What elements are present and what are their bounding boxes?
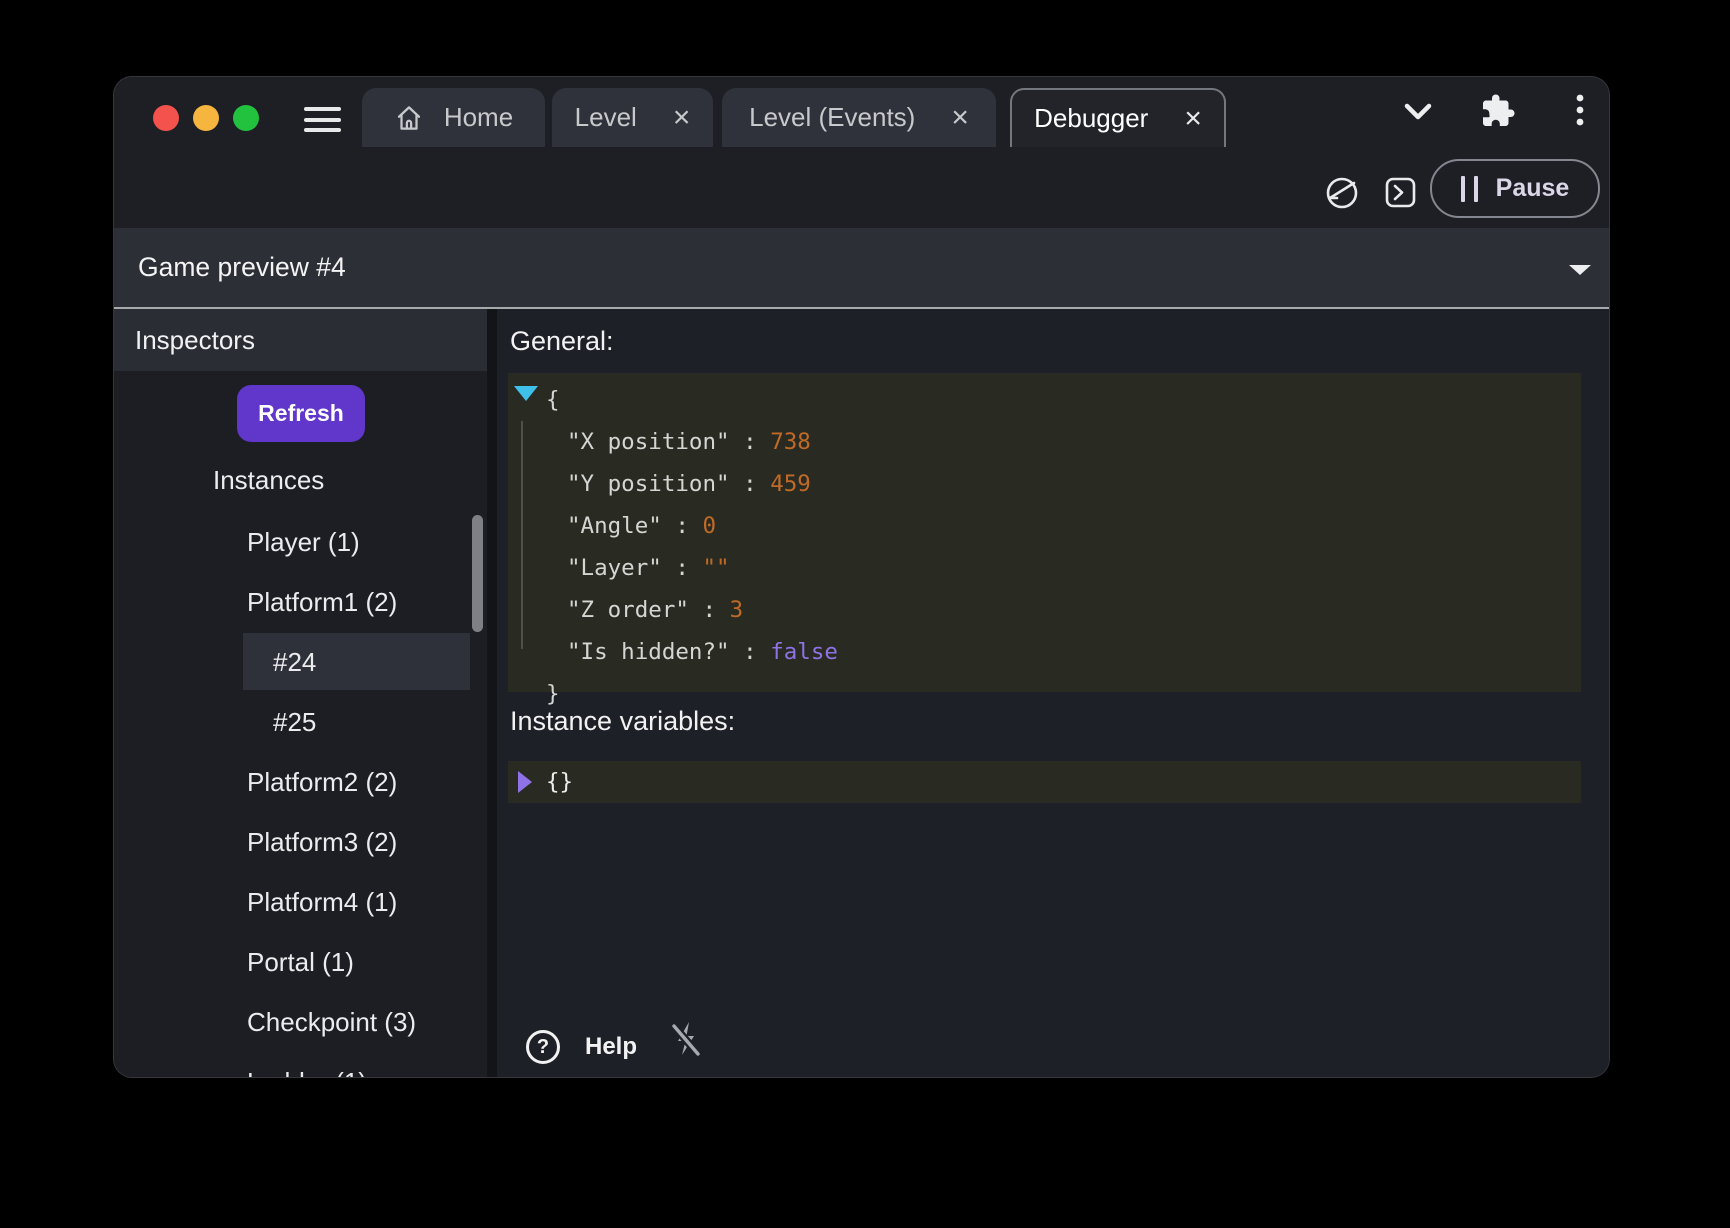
json-row: "Is hidden?" : false [508, 631, 1581, 673]
screen: Home Level × Level (Events) × Debugger × [0, 0, 1730, 1228]
pause-icon [1461, 176, 1478, 202]
tree-item-instance-25[interactable]: #25 [114, 692, 487, 752]
kebab-menu-icon[interactable] [1573, 92, 1587, 130]
extensions-puzzle-icon[interactable] [1480, 93, 1516, 129]
tree-item-instance-24-selected[interactable]: #24 [114, 632, 487, 692]
tree-item-platform3[interactable]: Platform3 (2) [114, 812, 487, 872]
title-bar: Home Level × Level (Events) × Debugger × [114, 77, 1609, 147]
inspector-panel: General: { "X position" : 738 "Y positio… [497, 309, 1609, 1077]
game-preview-title: Game preview #4 [138, 228, 346, 307]
instance-variables-label: Instance variables: [510, 699, 735, 743]
instance-variables-value: {} [508, 761, 1581, 803]
inspectors-sidebar: Inspectors Refresh Instances Player (1) … [114, 309, 487, 1077]
app-window: Home Level × Level (Events) × Debugger × [114, 77, 1609, 1077]
pause-button-label: Pause [1496, 174, 1570, 203]
instances-root-item[interactable]: Instances [213, 456, 324, 504]
tab-home[interactable]: Home [362, 88, 545, 147]
tree-item-portal[interactable]: Portal (1) [114, 932, 487, 992]
tree-item-checkpoint[interactable]: Checkpoint (3) [114, 992, 487, 1052]
tree-item-platform1[interactable]: Platform1 (2) [114, 572, 487, 632]
console-icon[interactable] [1380, 172, 1420, 212]
general-section-label: General: [510, 319, 614, 363]
maximize-window-button[interactable] [233, 105, 259, 131]
chevron-down-icon[interactable] [1403, 102, 1433, 122]
tab-bar: Home Level × Level (Events) × Debugger × [362, 88, 1226, 147]
close-icon[interactable]: × [951, 103, 969, 133]
instance-variables-view[interactable]: {} [508, 761, 1581, 803]
menu-icon[interactable] [304, 107, 341, 132]
tab-label: Home [444, 102, 513, 133]
tab-label: Debugger [1034, 103, 1148, 134]
refresh-button[interactable]: Refresh [237, 385, 365, 442]
tab-debugger[interactable]: Debugger × [1010, 88, 1226, 147]
json-row: "X position" : 738 [508, 421, 1581, 463]
collapse-triangle-icon[interactable] [514, 386, 538, 401]
minimize-window-button[interactable] [193, 105, 219, 131]
close-window-button[interactable] [153, 105, 179, 131]
json-row: "Layer" : "" [508, 547, 1581, 589]
tab-label: Level (Events) [749, 102, 915, 133]
tree-item-platform4[interactable]: Platform4 (1) [114, 872, 487, 932]
help-icon[interactable]: ? [526, 1030, 560, 1064]
tab-level[interactable]: Level × [552, 88, 713, 147]
pause-button[interactable]: Pause [1430, 159, 1600, 218]
help-link[interactable]: Help [585, 1030, 637, 1064]
tree-item-platform2[interactable]: Platform2 (2) [114, 752, 487, 812]
indent-guide [521, 421, 523, 649]
flash-off-icon[interactable] [665, 1019, 707, 1061]
instances-tree: Player (1) Platform1 (2) #24 #25 Platfor… [114, 512, 487, 1077]
close-icon[interactable]: × [1184, 104, 1202, 134]
expand-triangle-icon[interactable] [518, 771, 532, 793]
circle-slash-icon[interactable] [1322, 172, 1362, 212]
inspectors-header[interactable]: Inspectors [114, 309, 487, 371]
panel-divider [487, 309, 497, 1077]
json-row: "Angle" : 0 [508, 505, 1581, 547]
tab-label: Level [575, 102, 637, 133]
open-brace: { [508, 379, 1581, 421]
close-icon[interactable]: × [673, 103, 691, 133]
home-icon [394, 103, 424, 133]
tab-level-events[interactable]: Level (Events) × [722, 88, 996, 147]
tree-item-ladder[interactable]: Ladder (1) [114, 1052, 487, 1077]
game-preview-selector[interactable]: Game preview #4 [114, 228, 1609, 307]
general-json-view: { "X position" : 738 "Y position" : 459 … [508, 373, 1581, 692]
debugger-body: Inspectors Refresh Instances Player (1) … [114, 309, 1609, 1077]
debugger-toolbar: Pause [114, 147, 1609, 228]
json-row: "Y position" : 459 [508, 463, 1581, 505]
json-row: "Z order" : 3 [508, 589, 1581, 631]
dropdown-arrow-icon[interactable] [1569, 265, 1591, 275]
tree-item-player[interactable]: Player (1) [114, 512, 487, 572]
sidebar-scrollbar[interactable] [472, 515, 483, 632]
